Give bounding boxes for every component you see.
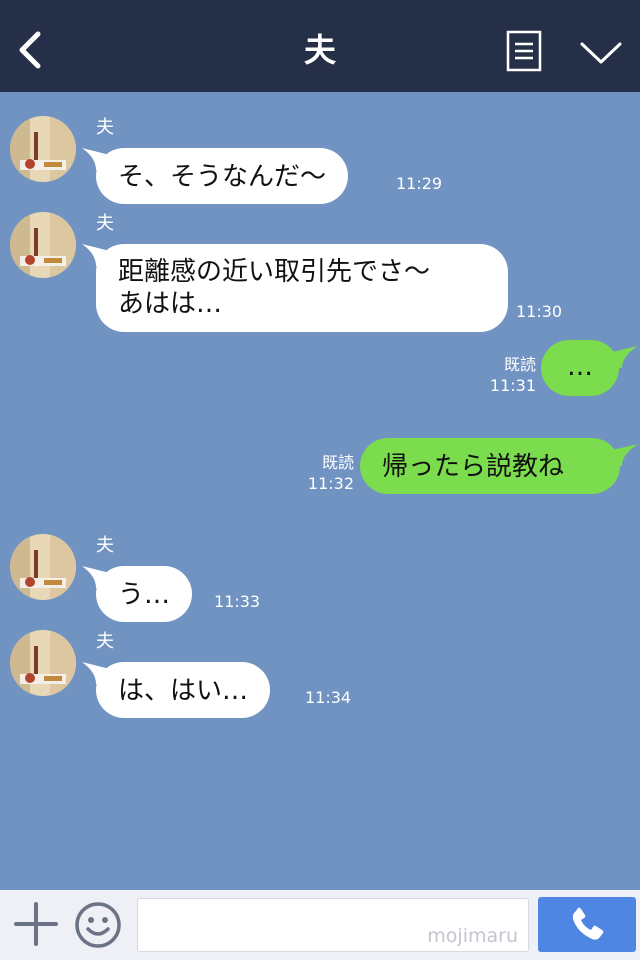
message-bubble[interactable]: … (541, 340, 619, 396)
emoji-icon (75, 902, 121, 948)
chat-area[interactable]: 夫 そ、そうなんだ〜 11:29 夫 距離感の近い取引先でさ〜 あはは… 11:… (0, 92, 640, 890)
message-time: 11:29 (396, 174, 443, 193)
message-bubble[interactable]: は、はい… (96, 662, 271, 718)
chat-title: 夫 (303, 31, 336, 69)
collapse-button[interactable] (578, 36, 624, 70)
watermark: mojimaru (427, 925, 518, 947)
avatar[interactable] (10, 116, 76, 182)
message-time: 11:34 (305, 688, 352, 707)
chevron-down-icon (580, 42, 622, 64)
read-status: 既読 11:31 (484, 354, 536, 396)
avatar-image (10, 116, 76, 182)
bubble-tail (612, 346, 638, 368)
read-status: 既読 11:32 (302, 452, 354, 494)
message-time: 11:30 (516, 302, 563, 321)
phone-icon (572, 907, 604, 940)
avatar[interactable] (10, 630, 76, 696)
avatar[interactable] (10, 534, 76, 600)
plus-icon (14, 902, 58, 946)
sender-name: 夫 (96, 535, 114, 556)
call-button[interactable] (538, 897, 636, 952)
add-button[interactable] (14, 902, 58, 946)
sender-name: 夫 (96, 631, 114, 652)
chat-header: 夫 (0, 0, 640, 92)
message-time: 11:31 (489, 376, 536, 395)
message-bubble[interactable]: そ、そうなんだ〜 (96, 148, 349, 204)
avatar-image (10, 212, 76, 278)
bubble-tail (612, 444, 638, 466)
emoji-button[interactable] (74, 901, 122, 949)
read-label: 既読 (321, 453, 354, 472)
avatar-image (10, 630, 76, 696)
message-time: 11:33 (214, 592, 261, 611)
message-input[interactable]: mojimaru (137, 898, 529, 952)
sender-name: 夫 (96, 117, 114, 138)
avatar-image (10, 534, 76, 600)
message-time: 11:32 (307, 474, 354, 493)
read-label: 既読 (503, 355, 536, 374)
avatar[interactable] (10, 212, 76, 278)
message-bubble[interactable]: 距離感の近い取引先でさ〜 あはは… (96, 244, 508, 332)
message-bubble[interactable]: う… (96, 566, 193, 622)
message-bubble[interactable]: 帰ったら説教ね (360, 438, 620, 494)
menu-button[interactable] (506, 30, 542, 72)
sender-name: 夫 (96, 213, 114, 234)
menu-icon (506, 30, 542, 72)
